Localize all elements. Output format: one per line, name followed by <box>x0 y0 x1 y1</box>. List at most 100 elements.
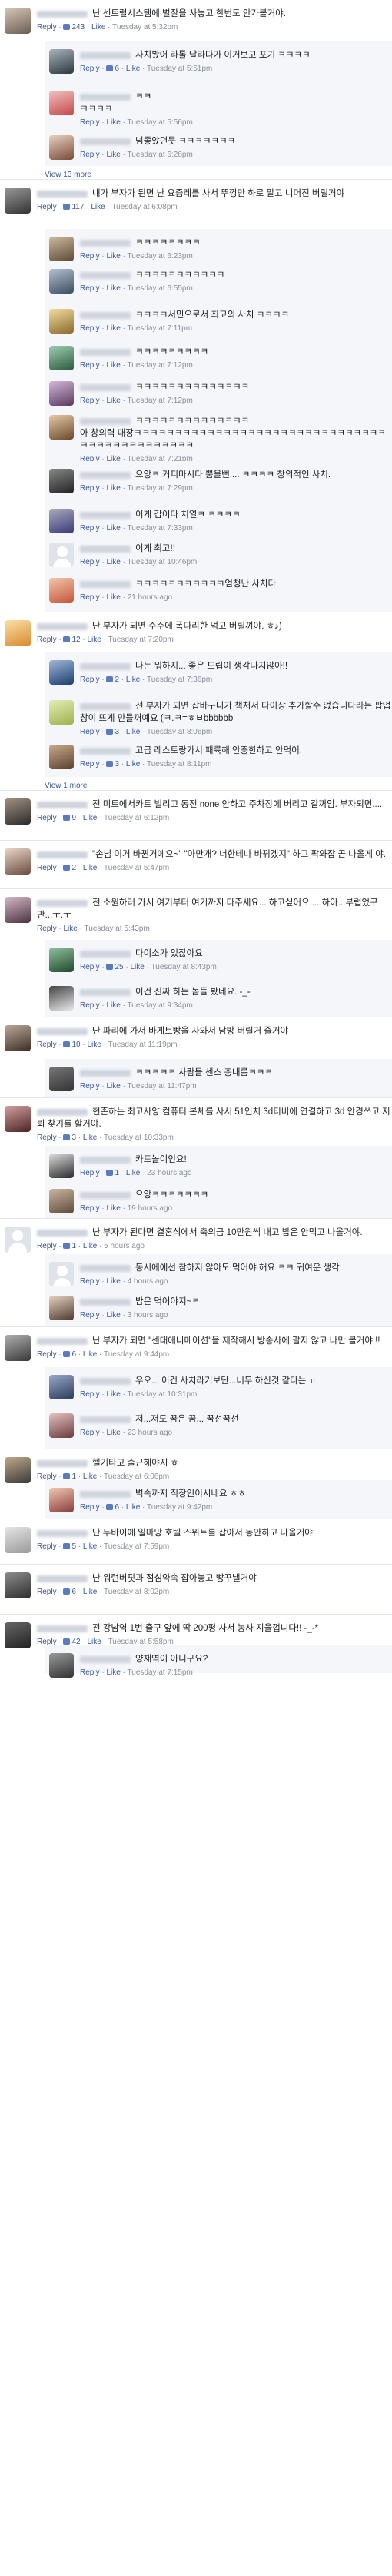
commenter-name[interactable] <box>80 93 131 101</box>
avatar[interactable] <box>49 1375 74 1399</box>
avatar[interactable] <box>5 897 31 923</box>
timestamp[interactable]: Tuesday at 8:11pm <box>147 760 212 768</box>
commenter-name[interactable] <box>80 1655 131 1663</box>
avatar[interactable] <box>5 1335 31 1361</box>
reply-link[interactable]: Reply <box>80 760 100 768</box>
like-link[interactable]: Like <box>106 324 120 333</box>
timestamp[interactable]: Tuesday at 8:02pm <box>104 1588 169 1596</box>
avatar[interactable] <box>49 49 74 74</box>
timestamp[interactable]: 19 hours ago <box>128 1204 172 1213</box>
reply-link[interactable]: Reply <box>37 23 57 32</box>
view-more-replies-link[interactable]: View 1 more <box>45 782 392 790</box>
commenter-name[interactable] <box>80 311 131 319</box>
reply-link[interactable]: Reply <box>80 1311 100 1320</box>
commenter-name[interactable] <box>37 1459 88 1467</box>
avatar[interactable] <box>49 948 74 972</box>
commenter-name[interactable] <box>80 702 131 710</box>
timestamp[interactable]: Tuesday at 6:12pm <box>104 814 169 822</box>
timestamp[interactable]: 21 hours ago <box>128 593 172 602</box>
like-link[interactable]: Like <box>126 1503 140 1512</box>
reply-link[interactable]: Reply <box>80 1668 100 1677</box>
timestamp[interactable]: Tuesday at 7:12pm <box>128 361 193 370</box>
avatar[interactable] <box>49 1154 74 1178</box>
avatar[interactable] <box>49 309 74 334</box>
avatar[interactable] <box>49 1653 74 1678</box>
commenter-name[interactable] <box>80 138 131 145</box>
avatar[interactable] <box>49 578 74 603</box>
timestamp[interactable]: Tuesday at 9:34pm <box>128 1001 193 1010</box>
commenter-name[interactable] <box>37 10 88 18</box>
timestamp[interactable]: Tuesday at 7:15pm <box>128 1668 193 1677</box>
like-count[interactable]: 5 <box>63 1542 76 1551</box>
timestamp[interactable]: Tuesday at 6:26pm <box>128 151 193 159</box>
commenter-name[interactable] <box>80 1156 131 1164</box>
commenter-name[interactable] <box>37 190 88 198</box>
reply-link[interactable]: Reply <box>80 118 100 127</box>
reply-link[interactable]: Reply <box>80 1277 100 1286</box>
reply-link[interactable]: Reply <box>80 65 100 73</box>
like-count[interactable]: 3 <box>63 1134 76 1142</box>
avatar[interactable] <box>49 91 74 115</box>
commenter-name[interactable] <box>80 1416 131 1423</box>
timestamp[interactable]: Tuesday at 5:47pm <box>104 864 169 872</box>
reply-link[interactable]: Reply <box>80 252 100 261</box>
timestamp[interactable]: Tuesday at 9:44pm <box>104 1350 169 1359</box>
timestamp[interactable]: Tuesday at 6:23pm <box>128 252 193 261</box>
timestamp[interactable]: Tuesday at 5:56pm <box>128 118 193 127</box>
like-link[interactable]: Like <box>106 252 120 261</box>
reply-link[interactable]: Reply <box>80 484 100 493</box>
timestamp[interactable]: Tuesday at 5:51pm <box>147 65 212 73</box>
like-link[interactable]: Like <box>106 558 120 566</box>
reply-link[interactable]: Reply <box>37 1134 57 1142</box>
avatar[interactable] <box>5 798 31 825</box>
timestamp[interactable]: Tuesday at 10:46pm <box>128 558 198 566</box>
commenter-name[interactable] <box>80 239 131 247</box>
reply-link[interactable]: Reply <box>37 1041 57 1049</box>
commenter-name[interactable] <box>80 580 131 588</box>
commenter-name[interactable] <box>80 383 131 391</box>
like-link[interactable]: Like <box>126 760 140 768</box>
commenter-name[interactable] <box>37 1229 88 1237</box>
avatar[interactable] <box>49 1262 74 1286</box>
avatar[interactable] <box>49 469 74 493</box>
like-link[interactable]: Like <box>106 524 120 533</box>
avatar[interactable] <box>49 135 74 160</box>
like-count[interactable]: 117 <box>63 203 84 211</box>
avatar[interactable] <box>5 620 31 646</box>
commenter-name[interactable] <box>80 1264 131 1272</box>
commenter-name[interactable] <box>80 271 131 279</box>
commenter-name[interactable] <box>37 1529 88 1537</box>
like-count[interactable]: 6 <box>63 1588 76 1596</box>
reply-link[interactable]: Reply <box>37 1588 57 1596</box>
like-link[interactable]: Like <box>106 118 120 127</box>
commenter-name[interactable] <box>80 1298 131 1306</box>
like-link[interactable]: Like <box>106 1204 120 1213</box>
like-link[interactable]: Like <box>83 1542 97 1551</box>
reply-link[interactable]: Reply <box>80 1390 100 1399</box>
view-more-replies-link[interactable]: View 13 more <box>45 171 392 179</box>
timestamp[interactable]: Tuesday at 5:32pm <box>112 23 178 32</box>
reply-link[interactable]: Reply <box>80 284 100 293</box>
like-link[interactable]: Like <box>106 397 120 405</box>
commenter-name[interactable] <box>80 1377 131 1385</box>
commenter-name[interactable] <box>37 1337 88 1345</box>
like-count[interactable]: 9 <box>63 814 76 822</box>
commenter-name[interactable] <box>80 417 131 425</box>
reply-link[interactable]: Reply <box>37 1542 57 1551</box>
like-link[interactable]: Like <box>106 1390 120 1399</box>
like-count[interactable]: 6 <box>106 65 119 73</box>
timestamp[interactable]: Tuesday at 7:29pm <box>128 484 193 493</box>
commenter-name[interactable] <box>80 1069 131 1077</box>
avatar[interactable] <box>49 415 74 440</box>
avatar[interactable] <box>49 346 74 370</box>
like-link[interactable]: Like <box>91 203 105 211</box>
commenter-name[interactable] <box>37 1625 88 1632</box>
commenter-name[interactable] <box>80 545 131 553</box>
avatar[interactable] <box>5 848 31 875</box>
like-link[interactable]: Like <box>106 1311 120 1320</box>
like-count[interactable]: 12 <box>63 636 81 644</box>
reply-link[interactable]: Reply <box>37 814 57 822</box>
avatar[interactable] <box>49 543 74 567</box>
timestamp[interactable]: 3 hours ago <box>128 1311 168 1320</box>
like-count[interactable]: 6 <box>106 1503 119 1512</box>
